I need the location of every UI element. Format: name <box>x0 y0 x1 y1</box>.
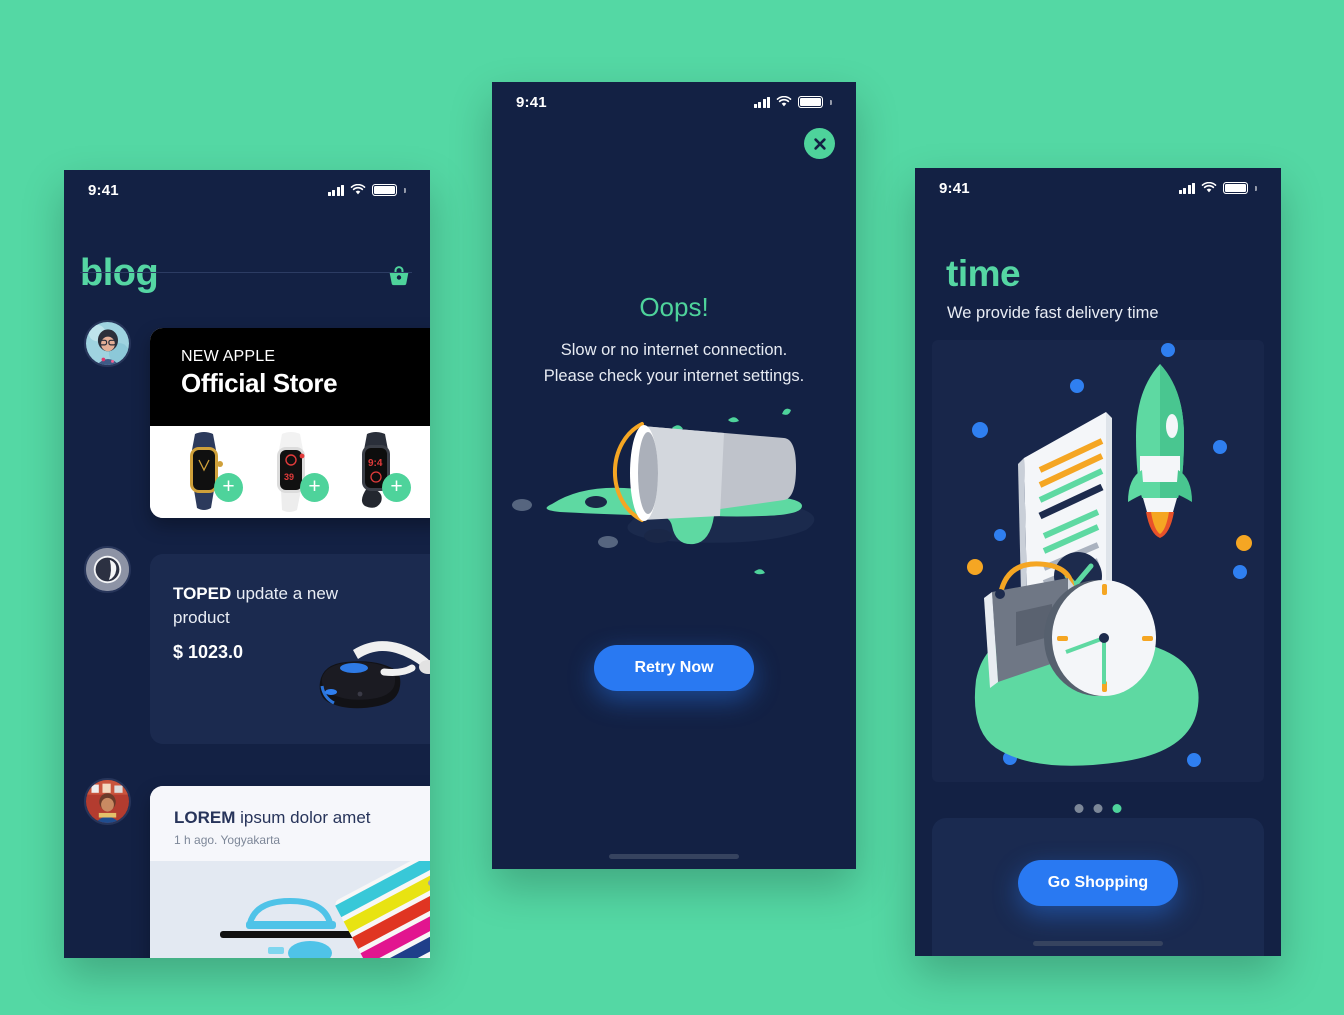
cellular-signal-icon <box>753 96 770 108</box>
phone-error-screen: 9:41 Oops! Slow or no internet connectio… <box>492 82 856 869</box>
page-title: blog <box>80 252 159 294</box>
status-time: 9:41 <box>88 181 119 199</box>
list-item[interactable]: TOPED update a new product $ 1023.0 <box>64 546 430 758</box>
list-item[interactable]: LOREM ipsum dolor amet 1 h ago. Yogyakar… <box>64 778 430 958</box>
cellular-signal-icon <box>327 184 344 196</box>
wifi-icon <box>1201 182 1217 193</box>
phone-blog-screen: 9:41 blog NEW APPLE Official Store + 39 … <box>64 170 430 958</box>
pagination-dot-3-active[interactable] <box>1112 804 1122 813</box>
battery-icon <box>798 96 823 108</box>
cellular-signal-icon <box>1178 182 1195 194</box>
status-icons <box>753 96 832 108</box>
status-icons <box>327 184 406 196</box>
error-message: Slow or no internet connection. Please c… <box>492 337 856 389</box>
pagination-dot-1[interactable] <box>1074 804 1084 813</box>
retry-button[interactable]: Retry Now <box>594 645 754 691</box>
wifi-icon <box>350 184 366 195</box>
lorem-text: ipsum dolor amet <box>235 808 371 827</box>
avatar[interactable] <box>84 320 131 367</box>
lorem-meta: 1 h ago. Yogyakarta <box>174 833 281 847</box>
battery-tip-icon <box>830 99 832 105</box>
header-divider <box>80 272 412 273</box>
add-to-cart-button[interactable]: + <box>214 473 243 502</box>
status-bar: 9:41 <box>915 168 1281 208</box>
add-to-cart-button[interactable]: + <box>382 473 411 502</box>
status-time: 9:41 <box>516 93 547 111</box>
error-message-line-2: Please check your internet settings. <box>543 367 805 385</box>
canvas: 9:41 blog NEW APPLE Official Store + 39 … <box>0 0 1344 1015</box>
lorem-brand: LOREM <box>174 808 236 827</box>
product-vr-headset <box>298 620 430 730</box>
apple-headline: Official Store <box>181 368 338 398</box>
battery-tip-icon <box>1255 185 1257 191</box>
toped-body: TOPED update a new product $ 1023.0 <box>150 554 430 744</box>
lorem-header: LOREM ipsum dolor amet 1 h ago. Yogyakar… <box>150 786 430 861</box>
list-item[interactable]: NEW APPLE Official Store + 39 + 9:4 + <box>64 320 430 526</box>
apple-products: + 39 + 9:4 + <box>150 426 430 518</box>
post-card-toped[interactable]: TOPED update a new product $ 1023.0 <box>150 554 430 744</box>
page-subtitle: We provide fast delivery time <box>947 304 1159 322</box>
home-indicator <box>609 854 739 859</box>
error-title: Oops! <box>639 292 709 322</box>
status-time: 9:41 <box>939 179 970 197</box>
battery-icon <box>372 184 397 196</box>
spilled-cup-illustration <box>492 392 856 622</box>
close-button[interactable] <box>804 128 835 159</box>
status-bar: 9:41 <box>64 170 430 210</box>
battery-icon <box>1223 182 1248 194</box>
post-photo <box>150 861 430 958</box>
pagination-dots[interactable] <box>1074 804 1122 813</box>
status-bar: 9:41 <box>492 82 856 122</box>
post-card-apple[interactable]: NEW APPLE Official Store + 39 + 9:4 + <box>150 328 430 518</box>
battery-tip-icon <box>404 187 406 193</box>
close-x-icon <box>813 137 826 150</box>
shopping-basket-icon[interactable] <box>386 264 412 288</box>
toped-price: $ 1023.0 <box>173 642 244 662</box>
add-to-cart-button[interactable]: + <box>300 473 329 502</box>
go-shopping-button[interactable]: Go Shopping <box>1018 860 1178 906</box>
wifi-icon <box>776 96 792 107</box>
status-icons <box>1178 182 1257 194</box>
lorem-title: LOREM ipsum dolor amet <box>174 808 426 828</box>
page-title: time <box>946 253 1021 294</box>
avatar[interactable] <box>84 546 131 593</box>
svg-text:9:4: 9:4 <box>368 458 383 469</box>
svg-text:39: 39 <box>284 472 294 482</box>
toped-brand: TOPED <box>173 584 232 603</box>
rocket-document-clock-bag-illustration <box>932 340 1264 782</box>
home-indicator <box>1033 941 1163 946</box>
pagination-dot-2[interactable] <box>1093 804 1103 813</box>
blog-header: blog <box>64 216 430 300</box>
apple-kicker: NEW APPLE <box>181 348 276 365</box>
blog-feed: NEW APPLE Official Store + 39 + 9:4 + TO… <box>64 320 430 958</box>
post-card-lorem[interactable]: LOREM ipsum dolor amet 1 h ago. Yogyakar… <box>150 786 430 958</box>
avatar[interactable] <box>84 778 131 825</box>
error-message-line-1: Slow or no internet connection. <box>560 341 788 359</box>
phone-onboarding-screen: 9:41 time We provide fast delivery time <box>915 168 1281 956</box>
apple-banner: NEW APPLE Official Store <box>150 328 430 426</box>
